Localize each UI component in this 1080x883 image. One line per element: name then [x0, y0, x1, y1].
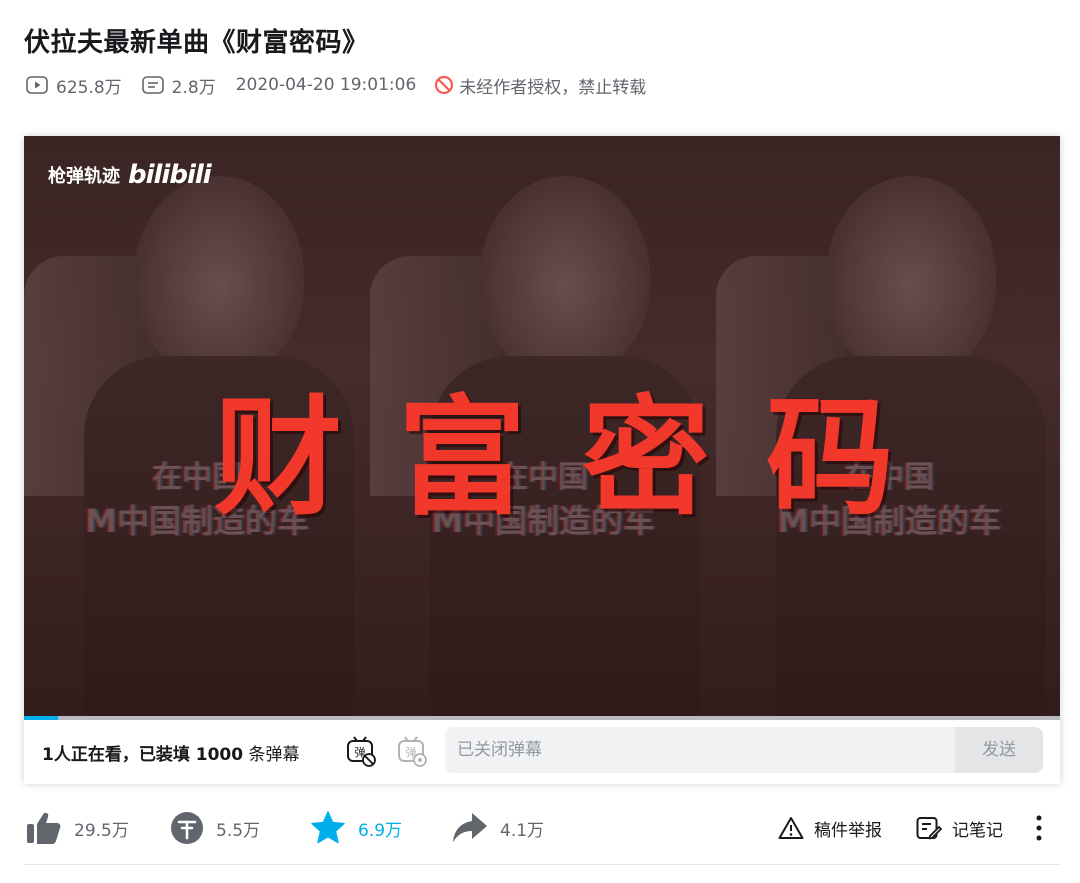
share-count: 4.1万	[500, 820, 545, 841]
viewers-suffix: 条弹幕	[243, 745, 300, 765]
warning-triangle-icon	[778, 817, 804, 839]
favorite-count: 6.9万	[358, 820, 403, 841]
play-count: 625.8万	[26, 73, 122, 98]
video-meta-row: 625.8万 2.8万 2020-04-20 19:01:06 未经作者授权，禁…	[26, 72, 646, 98]
video-frame[interactable]: 在中国 M中国制造的车 在中国 M中国制造的车 在中国 M中国制造的车 枪弹轨迹…	[24, 136, 1060, 716]
share-arrow-icon	[453, 813, 487, 842]
note-label: 记笔记	[952, 820, 1003, 841]
favorite-button[interactable]: 6.9万	[310, 806, 402, 850]
thumbs-up-icon	[27, 812, 61, 844]
danmaku-toggle-button[interactable]: 弹	[346, 733, 376, 769]
report-button[interactable]: 稿件举报	[778, 806, 882, 850]
coin-count: 5.5万	[216, 820, 261, 841]
danmaku-count-icon	[141, 76, 164, 94]
overlay-title-char: 财	[214, 383, 343, 533]
danmaku-off-icon: 弹	[347, 736, 376, 767]
vertical-dots-icon	[1036, 815, 1042, 841]
danmaku-input[interactable]: 已关闭弹幕	[445, 727, 955, 773]
overlay-title-char: 码	[765, 383, 894, 533]
watermark-text: 枪弹轨迹	[48, 166, 120, 187]
danmaku-count-value: 2.8万	[171, 77, 216, 98]
viewer-info: 1人正在看，已装填 1000 条弹幕	[42, 740, 299, 765]
no-reprint-icon	[435, 75, 454, 95]
video-player[interactable]: 在中国 M中国制造的车 在中国 M中国制造的车 在中国 M中国制造的车 枪弹轨迹…	[24, 136, 1060, 784]
video-title: 伏拉夫最新单曲《财富密码》	[24, 28, 369, 58]
video-toolbar: 29.5万 5.5万 6.9万 4.1万 稿件举报 记笔记	[24, 806, 1060, 850]
star-icon	[311, 811, 345, 844]
danmaku-send-bar: 1人正在看，已装填 1000 条弹幕 弹 弹 已关闭弹幕 发送	[24, 720, 1060, 784]
like-count: 29.5万	[74, 820, 129, 841]
coin-icon	[171, 812, 203, 844]
note-pen-icon	[916, 817, 942, 840]
danmaku-settings-icon: 弹	[398, 736, 427, 767]
viewers-prefix: 1人正在看，已装填	[42, 745, 196, 765]
share-button[interactable]: 4.1万	[452, 806, 544, 850]
like-button[interactable]: 29.5万	[26, 806, 129, 850]
danmaku-settings-button[interactable]: 弹	[397, 733, 427, 769]
section-divider	[24, 864, 1060, 865]
danmaku-count: 2.8万	[141, 73, 216, 98]
bilibili-logo: bilibili	[128, 160, 212, 190]
copyright-notice-text: 未经作者授权，禁止转载	[459, 77, 647, 98]
overlay-title: 财 富 密 码	[214, 354, 894, 539]
channel-watermark: 枪弹轨迹 bilibili	[48, 160, 212, 190]
overlay-title-char: 密	[581, 383, 710, 533]
coin-button[interactable]: 5.5万	[170, 806, 260, 850]
more-options-button[interactable]	[1034, 806, 1056, 850]
danmaku-send-button[interactable]: 发送	[955, 727, 1043, 773]
play-count-icon	[26, 76, 48, 94]
play-count-value: 625.8万	[56, 77, 122, 98]
report-label: 稿件举报	[814, 820, 882, 841]
overlay-title-char: 富	[397, 383, 526, 533]
note-button[interactable]: 记笔记	[916, 806, 1003, 850]
copyright-notice: 未经作者授权，禁止转载	[434, 73, 646, 98]
loaded-danmaku-count: 1000	[195, 745, 244, 765]
publish-time: 2020-04-20 19:01:06	[235, 75, 417, 95]
